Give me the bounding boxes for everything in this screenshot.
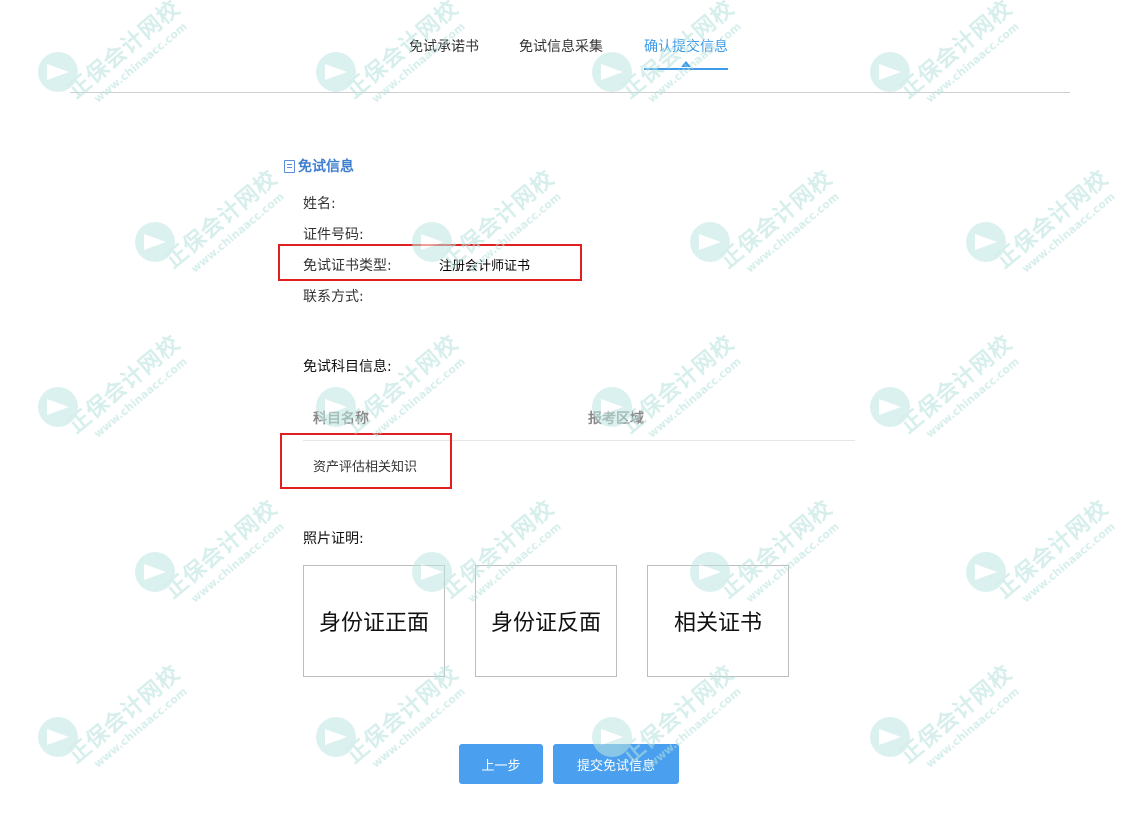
watermark: 正保会计网校 www.chinaacc.com [135, 496, 287, 610]
watermark: 正保会计网校 www.chinaacc.com [870, 661, 1022, 775]
section-header: 免试信息 [284, 156, 354, 176]
watermark: 正保会计网校 www.chinaacc.com [38, 331, 190, 445]
column-header-subject: 科目名称 [313, 411, 369, 427]
watermark-layer: 正保会计网校 www.chinaacc.com 正保会计网校 www.chinaacc… [0, 0, 1138, 814]
document-icon [284, 159, 295, 173]
subjects-label: 免试科目信息: [303, 359, 392, 375]
watermark: 正保会计网校 www.chinaacc.com [592, 331, 744, 445]
active-tab-caret-icon [681, 61, 691, 67]
section-title: 免试信息 [298, 159, 354, 175]
header-divider [70, 92, 1070, 93]
watermark-logo-icon [966, 552, 1006, 592]
watermark: 正保会计网校 www.chinaacc.com [966, 166, 1118, 280]
watermark-logo-icon [316, 717, 356, 757]
active-tab-underline [644, 68, 728, 70]
photo-certificate[interactable]: 相关证书 [647, 565, 789, 677]
watermark-text: 正保会计网校 www.chinaacc.com [341, 330, 468, 441]
watermark-logo-icon [135, 222, 175, 262]
watermark-text: 正保会计网校 www.chinaacc.com [991, 495, 1118, 606]
watermark-text: 正保会计网校 www.chinaacc.com [895, 330, 1022, 441]
watermark-text: 正保会计网校 www.chinaacc.com [895, 660, 1022, 771]
previous-step-button[interactable]: 上一步 [459, 744, 543, 784]
watermark: 正保会计网校 www.chinaacc.com [38, 661, 190, 775]
submit-exemption-button[interactable]: 提交免试信息 [553, 744, 679, 784]
tab-info-collection[interactable]: 免试信息采集 [519, 36, 603, 56]
watermark: 正保会计网校 www.chinaacc.com [966, 496, 1118, 610]
id-number-label: 证件号码: [303, 227, 364, 243]
contact-label: 联系方式: [303, 289, 364, 305]
column-header-region: 报考区域 [588, 411, 644, 427]
watermark-text: 正保会计网校 www.chinaacc.com [160, 495, 287, 606]
watermark: 正保会计网校 www.chinaacc.com [316, 661, 468, 775]
tab-confirm-submit[interactable]: 确认提交信息 [644, 36, 728, 56]
watermark-text: 正保会计网校 www.chinaacc.com [63, 660, 190, 771]
step-tabs: 免试承诺书 免试信息采集 确认提交信息 [0, 36, 1138, 76]
watermark-text: 正保会计网校 www.chinaacc.com [63, 330, 190, 441]
watermark: 正保会计网校 www.chinaacc.com [690, 166, 842, 280]
photo-id-front[interactable]: 身份证正面 [303, 565, 445, 677]
watermark-logo-icon [870, 387, 910, 427]
watermark-logo-icon [966, 222, 1006, 262]
tab-commitment[interactable]: 免试承诺书 [409, 36, 479, 56]
highlight-box-subject [280, 433, 452, 489]
name-label: 姓名: [303, 196, 336, 212]
highlight-box-cert-type [278, 244, 582, 281]
watermark: 正保会计网校 www.chinaacc.com [316, 331, 468, 445]
watermark: 正保会计网校 www.chinaacc.com [870, 331, 1022, 445]
watermark-logo-icon [870, 717, 910, 757]
watermark-logo-icon [38, 387, 78, 427]
watermark-text: 正保会计网校 www.chinaacc.com [991, 165, 1118, 276]
watermark-text: 正保会计网校 www.chinaacc.com [617, 330, 744, 441]
watermark-logo-icon [690, 222, 730, 262]
watermark: 正保会计网校 www.chinaacc.com [135, 166, 287, 280]
watermark-text: 正保会计网校 www.chinaacc.com [715, 165, 842, 276]
watermark-logo-icon [38, 717, 78, 757]
photos-label: 照片证明: [303, 531, 364, 547]
watermark-logo-icon [135, 552, 175, 592]
photo-id-back[interactable]: 身份证反面 [475, 565, 617, 677]
